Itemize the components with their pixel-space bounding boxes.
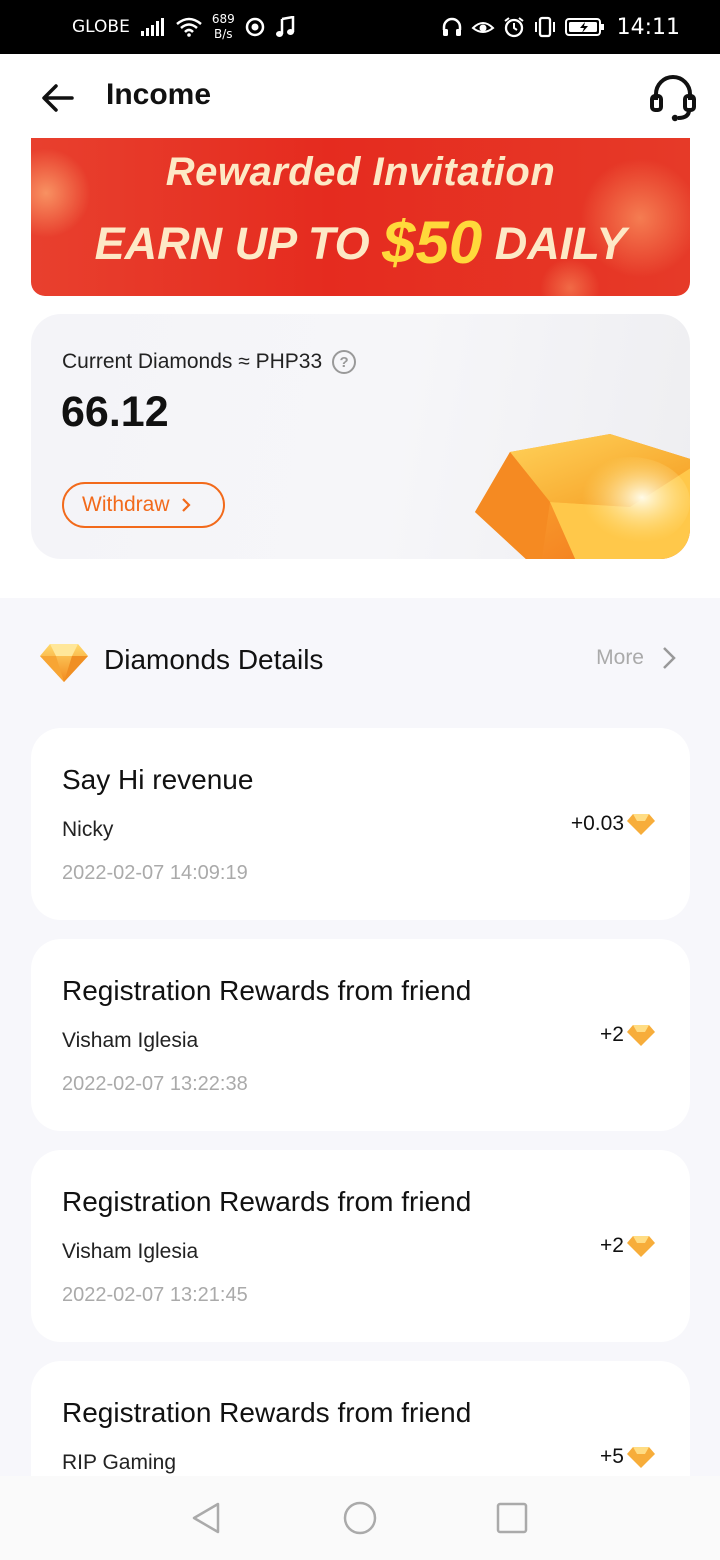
record-time: 2022-02-07 13:21:45 (62, 1284, 248, 1306)
more-label: More (596, 646, 644, 669)
diamond-icon (40, 644, 88, 682)
status-bar: GLOBE 689 B/s 14:11 (0, 0, 720, 54)
banner-amount: $50 (382, 209, 483, 276)
record-title: Registration Rewards from friend (62, 1186, 472, 1217)
details-title: Diamonds Details (104, 644, 324, 675)
help-icon[interactable]: ? (332, 350, 357, 374)
nav-back-icon[interactable] (188, 1500, 224, 1536)
clock: 14:11 (616, 14, 680, 40)
diamond-icon (627, 1025, 655, 1046)
banner-headline: Rewarded Invitation (165, 150, 556, 194)
invitation-banner[interactable]: Rewarded Invitation EARN UP TO $50 DAILY (31, 138, 690, 296)
battery-icon (564, 18, 604, 36)
app-header: Income (0, 54, 720, 138)
balance-label-row: Current Diamonds ≈ PHP33 ? (62, 350, 357, 374)
balance-value: 66.12 (61, 388, 169, 436)
alarm-icon (503, 17, 524, 38)
headphones-icon (442, 17, 461, 36)
page-title: Income (106, 78, 212, 111)
wifi-icon (176, 17, 202, 37)
diamond-illustration-icon (475, 434, 690, 559)
balance-label: Current Diamonds ≈ PHP33 (62, 350, 323, 373)
record-name: Visham Iglesia (62, 1240, 199, 1263)
list-item[interactable]: Registration Rewards from friend Visham … (31, 939, 690, 1131)
list-item[interactable]: Registration Rewards from friend Visham … (31, 1150, 690, 1342)
record-name: Visham Iglesia (62, 1029, 199, 1052)
withdraw-button[interactable]: Withdraw (62, 482, 225, 528)
record-amount: +2 (600, 1023, 656, 1047)
back-arrow-icon[interactable] (40, 80, 76, 116)
record-time: 2022-02-07 13:22:38 (62, 1073, 248, 1095)
record-title: Say Hi revenue (62, 764, 254, 795)
banner-subline: EARN UP TO $50 DAILY (94, 209, 627, 276)
record-amount: +0.03 (571, 812, 656, 836)
chevron-right-icon (663, 647, 676, 669)
music-icon (275, 16, 294, 37)
balance-card: Current Diamonds ≈ PHP33 ? 66.12 Withdra… (31, 314, 690, 559)
record-amount: +2 (600, 1234, 656, 1258)
record-amount: +5 (600, 1445, 656, 1469)
signal-icon (140, 18, 164, 36)
diamond-icon (627, 1447, 655, 1468)
vibrate-icon (534, 16, 555, 38)
diamond-icon (627, 814, 655, 835)
net-speed: 689 B/s (211, 12, 235, 41)
carrier-label: GLOBE (72, 17, 130, 37)
nav-recents-icon[interactable] (494, 1500, 530, 1536)
diamond-icon (627, 1236, 655, 1257)
record-name: RIP Gaming (62, 1451, 176, 1474)
nav-home-icon[interactable] (342, 1500, 378, 1536)
record-icon (245, 17, 264, 37)
withdraw-label: Withdraw (82, 493, 170, 516)
record-title: Registration Rewards from friend (62, 1397, 472, 1428)
headset-icon[interactable] (648, 74, 698, 122)
record-time: 2022-02-07 14:09:19 (62, 862, 248, 884)
list-item[interactable]: Say Hi revenue Nicky 2022-02-07 14:09:19… (31, 728, 690, 920)
details-header: Diamonds Details More (0, 620, 720, 700)
eye-icon (471, 22, 495, 33)
record-name: Nicky (62, 818, 114, 841)
system-nav-bar (0, 1476, 720, 1560)
record-title: Registration Rewards from friend (62, 975, 472, 1006)
more-link[interactable]: More (596, 646, 676, 670)
chevron-right-icon (181, 498, 191, 512)
